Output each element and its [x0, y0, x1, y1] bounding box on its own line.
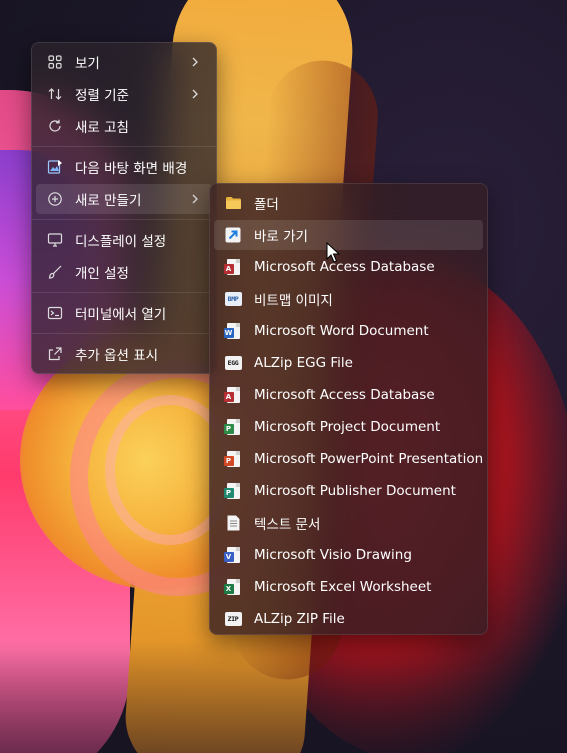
- wallpaper-shadow: [0, 640, 567, 753]
- menu-divider: [32, 292, 216, 293]
- menu-divider: [32, 219, 216, 220]
- submenu-item-folder[interactable]: 폴더: [214, 188, 483, 218]
- submenu-item-label: 폴더: [254, 197, 279, 213]
- submenu-item-zip-file[interactable]: ZIP ALZip ZIP File: [214, 604, 483, 634]
- terminal-icon: [46, 304, 64, 322]
- menu-item-label: 다음 바탕 화면 배경: [75, 161, 188, 177]
- menu-item-next-background[interactable]: 다음 바탕 화면 배경: [36, 152, 212, 182]
- submenu-item-label: Microsoft PowerPoint Presentation: [254, 451, 484, 467]
- submenu-item-egg-file[interactable]: EGG ALZip EGG File: [214, 348, 483, 378]
- refresh-icon: [46, 117, 64, 135]
- chevron-right-icon: [188, 88, 202, 100]
- zip-icon: ZIP: [224, 610, 242, 628]
- menu-item-label: 터미널에서 열기: [75, 307, 167, 323]
- menu-item-refresh[interactable]: 새로 고침: [36, 111, 212, 141]
- access-icon: A: [223, 258, 242, 276]
- bitmap-icon: BMP: [224, 290, 242, 308]
- submenu-item-powerpoint-presentation[interactable]: P Microsoft PowerPoint Presentation: [214, 444, 483, 474]
- new-submenu: 폴더 바로 가기 A Microsoft Access Database BMP…: [209, 183, 488, 635]
- excel-icon: X: [223, 578, 242, 596]
- project-icon: P: [223, 418, 242, 436]
- submenu-item-access-database[interactable]: A Microsoft Access Database: [214, 252, 483, 282]
- menu-item-label: 개인 설정: [75, 266, 129, 282]
- menu-divider: [32, 333, 216, 334]
- submenu-item-project-document[interactable]: P Microsoft Project Document: [214, 412, 483, 442]
- submenu-item-label: Microsoft Visio Drawing: [254, 547, 412, 563]
- access-icon: A: [223, 386, 242, 404]
- menu-item-label: 디스플레이 설정: [75, 234, 167, 250]
- chevron-right-icon: [188, 193, 202, 205]
- submenu-item-text-document[interactable]: 텍스트 문서: [214, 508, 483, 538]
- submenu-item-label: Microsoft Publisher Document: [254, 483, 456, 499]
- menu-item-personalize[interactable]: 개인 설정: [36, 257, 212, 287]
- next-background-icon: [46, 158, 64, 176]
- submenu-item-label: ALZip EGG File: [254, 355, 353, 371]
- more-options-icon: [46, 345, 64, 363]
- submenu-item-label: 텍스트 문서: [254, 517, 321, 533]
- menu-item-view[interactable]: 보기: [36, 47, 212, 77]
- menu-item-new[interactable]: 새로 만들기: [36, 184, 212, 214]
- menu-item-label: 새로 만들기: [75, 193, 142, 209]
- word-icon: W: [223, 322, 242, 340]
- submenu-item-visio-drawing[interactable]: V Microsoft Visio Drawing: [214, 540, 483, 570]
- submenu-item-publisher-document[interactable]: P Microsoft Publisher Document: [214, 476, 483, 506]
- submenu-item-label: 바로 가기: [254, 229, 308, 245]
- submenu-item-word-document[interactable]: W Microsoft Word Document: [214, 316, 483, 346]
- submenu-item-label: Microsoft Access Database: [254, 387, 435, 403]
- desktop-context-menu: 보기 정렬 기준 새로 고침 다음 바탕 화면 배경 새로 만들기 디스플레이 …: [31, 42, 217, 374]
- submenu-item-label: Microsoft Access Database: [254, 259, 435, 275]
- submenu-item-excel-worksheet[interactable]: X Microsoft Excel Worksheet: [214, 572, 483, 602]
- chevron-right-icon: [188, 56, 202, 68]
- menu-item-label: 새로 고침: [75, 120, 129, 136]
- submenu-item-label: Microsoft Project Document: [254, 419, 441, 435]
- powerpoint-icon: P: [223, 450, 242, 468]
- display-icon: [46, 231, 64, 249]
- submenu-item-label: ALZip ZIP File: [254, 611, 345, 627]
- submenu-item-label: Microsoft Excel Worksheet: [254, 579, 432, 595]
- egg-icon: EGG: [224, 354, 242, 372]
- visio-icon: V: [223, 546, 242, 564]
- new-plus-icon: [46, 190, 64, 208]
- text-document-icon: [224, 514, 242, 532]
- menu-item-display-settings[interactable]: 디스플레이 설정: [36, 225, 212, 255]
- menu-divider: [32, 146, 216, 147]
- mouse-cursor-icon: [326, 242, 340, 263]
- folder-icon: [224, 194, 242, 212]
- shortcut-icon: [224, 226, 242, 244]
- grid-icon: [46, 53, 64, 71]
- submenu-item-label: 비트맵 이미지: [254, 293, 333, 309]
- submenu-item-access-database-2[interactable]: A Microsoft Access Database: [214, 380, 483, 410]
- submenu-item-label: Microsoft Word Document: [254, 323, 429, 339]
- publisher-icon: P: [223, 482, 242, 500]
- menu-item-label: 정렬 기준: [75, 88, 129, 104]
- brush-icon: [46, 263, 64, 281]
- submenu-item-bitmap-image[interactable]: BMP 비트맵 이미지: [214, 284, 483, 314]
- menu-item-sort-by[interactable]: 정렬 기준: [36, 79, 212, 109]
- menu-item-label: 추가 옵션 표시: [75, 348, 159, 364]
- sort-icon: [46, 85, 64, 103]
- menu-item-label: 보기: [75, 56, 100, 72]
- submenu-item-shortcut[interactable]: 바로 가기: [214, 220, 483, 250]
- menu-item-more-options[interactable]: 추가 옵션 표시: [36, 339, 212, 369]
- menu-item-open-terminal[interactable]: 터미널에서 열기: [36, 298, 212, 328]
